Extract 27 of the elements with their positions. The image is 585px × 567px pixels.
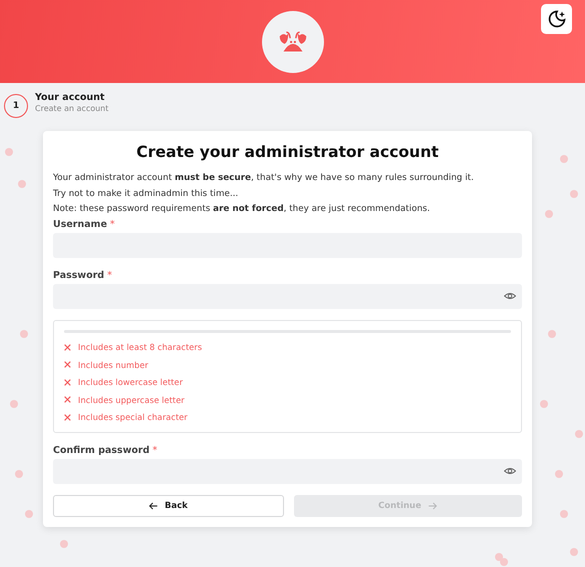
requirement-text: Includes at least 8 characters — [78, 342, 202, 352]
field-label: Password — [53, 268, 104, 282]
arrow-right-icon — [428, 502, 438, 510]
required-mark: * — [110, 218, 115, 230]
intro-text: Your administrator account must be secure, that's why we have so many rules surrounding it. — [53, 172, 475, 185]
step-number: 1 — [4, 94, 28, 118]
intro-text: Try not to make it adminadmin this time... — [53, 188, 240, 200]
required-mark: * — [152, 444, 158, 456]
back-button[interactable]: Back — [53, 494, 284, 516]
moon-icon — [546, 9, 566, 29]
requirement-text: Includes number — [78, 360, 148, 370]
eye-icon[interactable] — [504, 290, 516, 302]
required-mark: * — [107, 268, 112, 282]
requirement-text: Includes special character — [78, 412, 188, 422]
step-subtitle: Create an account — [35, 104, 109, 114]
arrow-left-icon — [148, 502, 158, 510]
eye-icon[interactable] — [504, 465, 516, 477]
step-title: Your account — [35, 92, 106, 104]
requirement-text: Includes uppercase letter — [78, 394, 184, 405]
field-label: Confirm password — [53, 444, 150, 456]
input-field[interactable] — [53, 458, 522, 484]
input-field[interactable] — [53, 284, 522, 308]
requirement-text: Includes lowercase letter — [78, 377, 183, 388]
theme-toggle-button[interactable] — [541, 4, 572, 34]
form-title: Create your administrator account — [135, 143, 440, 161]
intro-text: Note: these password requirements are not forced, they are just recommendations. — [53, 203, 431, 216]
field-label: Username — [53, 218, 108, 230]
